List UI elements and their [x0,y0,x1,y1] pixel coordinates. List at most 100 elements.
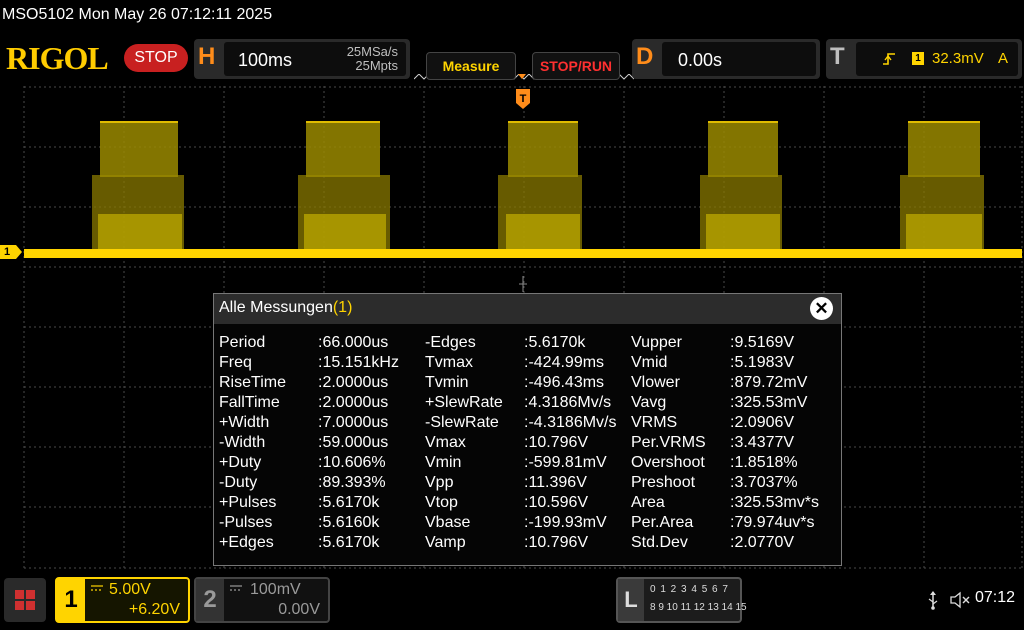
trigger-readout: 1 32.3mV A [856,42,1018,76]
measurement-name: Tvmax [425,354,473,371]
stop-run-button[interactable]: STOP/RUN [532,52,620,80]
channel-2-scale: 100mV [250,581,301,598]
menu-grid-icon[interactable] [4,578,46,622]
measurement-value: :2.0906V [730,414,795,431]
measurement-value: :879.72mV [730,374,808,391]
measurement-value: :5.6170k [524,334,586,351]
measurement-value: :89.393% [318,474,386,491]
status-titlebar: MSO5102 Mon May 26 07:12:11 2025 [0,0,1024,32]
measurement-value: :66.000us [318,334,389,351]
measurement-value: :10.796V [524,434,589,451]
measurement-row: +Edges:5.6170k Vamp:10.796V Std.Dev:2.0770… [219,533,839,553]
measurement-row: +Width:7.0000us -SlewRate:-4.3186Mv/s VRMS… [219,413,839,433]
dialog-header: Alle Messungen(1) ✕ [214,294,841,324]
measurements-table: Period:66.000us -Edges:5.6170k Vupper:9.51… [219,333,839,553]
measurement-row: -Pulses:5.6160k Vbase:-199.93mV Per.Area:7… [219,513,839,533]
ch1-marker-label: 1 [4,246,11,258]
measurement-value: :4.3186Mv/s [524,394,612,411]
measurement-row: RiseTime:2.0000us Tvmin:-496.43ms Vlower:8… [219,373,839,393]
measurement-name: Period [219,334,266,351]
ch1-baseline-trace [24,249,1022,258]
measurement-name: Vamp [425,534,466,551]
measurement-value: :79.974uv*s [730,514,815,531]
measure-button[interactable]: Measure [426,52,516,80]
measurement-name: Vmin [425,454,462,471]
svg-text:T: T [520,93,527,105]
rising-edge-icon [883,53,895,65]
dialog-title-text: Alle Messungen [219,299,333,316]
measurement-value: :1.8518% [730,454,798,471]
measurement-row: FallTime:2.0000us +SlewRate:4.3186Mv/s Vav… [219,393,839,413]
channel-2-number: 2 [196,579,224,621]
dialog-channel-count: (1) [332,299,353,316]
measurement-row: +Pulses:5.6170k Vtop:10.596V Area:325.53mv… [219,493,839,513]
measurement-value: :2.0000us [318,394,389,411]
system-clock: 07:12 [975,589,1016,606]
measurement-name: +Duty [219,454,262,471]
measurement-name: Vmax [425,434,466,451]
pulse-burst [498,121,582,253]
measurement-value: :5.6170k [318,494,380,511]
measurement-name: Freq [219,354,252,371]
measurement-value: :9.5169V [730,334,795,351]
measurement-value: :-496.43ms [524,374,605,391]
horizontal-panel[interactable]: H 100ms 25MSa/s 25Mpts [194,39,410,79]
measurement-value: :-199.93mV [524,514,607,531]
dc-coupling-icon [230,585,242,591]
measurement-value: :10.606% [318,454,386,471]
trigger-source-badge: 1 [912,52,924,65]
logic-analyzer-panel[interactable]: L 0 1 2 3 4 5 6 7 8 9 10 11 12 13 14 15 [616,577,747,623]
trigger-level-value: 32.3mV [932,50,984,67]
measurement-name: Tvmin [425,374,469,391]
measurement-row: +Duty:10.606% Vmin:-599.81mV Overshoot:1.8… [219,453,839,473]
run-state-badge[interactable]: STOP [124,44,188,72]
measurement-value: :59.000us [318,434,389,451]
measurement-name: Std.Dev [631,534,688,551]
measurement-value: :5.6160k [318,514,380,531]
pulse-burst [92,121,184,253]
acquisition-info: 25MSa/s 25Mpts [347,45,398,73]
channel-2-panel[interactable]: 2 100mV 0.00V [194,577,330,623]
measurement-name: Vlower [631,374,680,391]
measurement-name: +Width [219,414,270,431]
memory-depth-value: 25Mpts [355,58,398,73]
pulse-burst [900,121,984,253]
measurement-value: :3.4377V [730,434,795,451]
channel-1-scale: 5.00V [109,581,151,598]
measurement-value: :2.0000us [318,374,389,391]
center-cross-icon [519,276,527,292]
trigger-panel[interactable]: T 1 32.3mV A [826,39,1022,79]
delay-panel[interactable]: D 0.00s [632,39,820,79]
channel-1-number: 1 [57,579,85,621]
pulse-burst [700,121,782,253]
measurement-row: -Width:59.000us Vmax:10.796V Per.VRMS:3.43… [219,433,839,453]
measurement-name: Vavg [631,394,667,411]
measurement-name: Vmid [631,354,668,371]
timebase-value: 100ms [238,50,293,70]
close-icon[interactable]: ✕ [810,297,833,320]
measurement-name: Vbase [425,514,471,531]
measurement-value: :-4.3186Mv/s [524,414,617,431]
delay-readout: 0.00s [662,42,816,76]
trigger-mode-value: A [998,50,1009,67]
measurement-name: -Edges [425,334,476,351]
measurement-name: +SlewRate [425,394,503,411]
measurement-name: Per.VRMS [631,434,706,451]
trigger-position-marker-icon: T [516,89,530,109]
horizontal-readout: 100ms 25MSa/s 25Mpts [224,42,406,76]
measurement-value: :10.796V [524,534,589,551]
bottom-status-bar: 1 5.00V +6.20V 2 100mV 0.00V L 0 1 2 3 4… [0,572,1024,630]
delay-value: 0.00s [678,50,723,70]
measurement-row: -Duty:89.393% Vpp:11.396V Preshoot:3.7037% [219,473,839,493]
measurement-name: +Edges [219,534,274,551]
logic-channels-row-2: 8 9 10 11 12 13 14 15 [650,602,747,613]
device-datetime-label: MSO5102 Mon May 26 07:12:11 2025 [2,6,273,23]
measurement-value: :5.6170k [318,534,380,551]
sample-rate-value: 25MSa/s [346,44,398,59]
measurement-name: -Pulses [219,514,273,531]
channel-1-panel[interactable]: 1 5.00V +6.20V [55,577,190,623]
measurement-name: Area [631,494,665,511]
measurement-name: -Duty [219,474,258,491]
speaker-muted-icon[interactable] [950,590,972,610]
measurement-name: +Pulses [219,494,277,511]
